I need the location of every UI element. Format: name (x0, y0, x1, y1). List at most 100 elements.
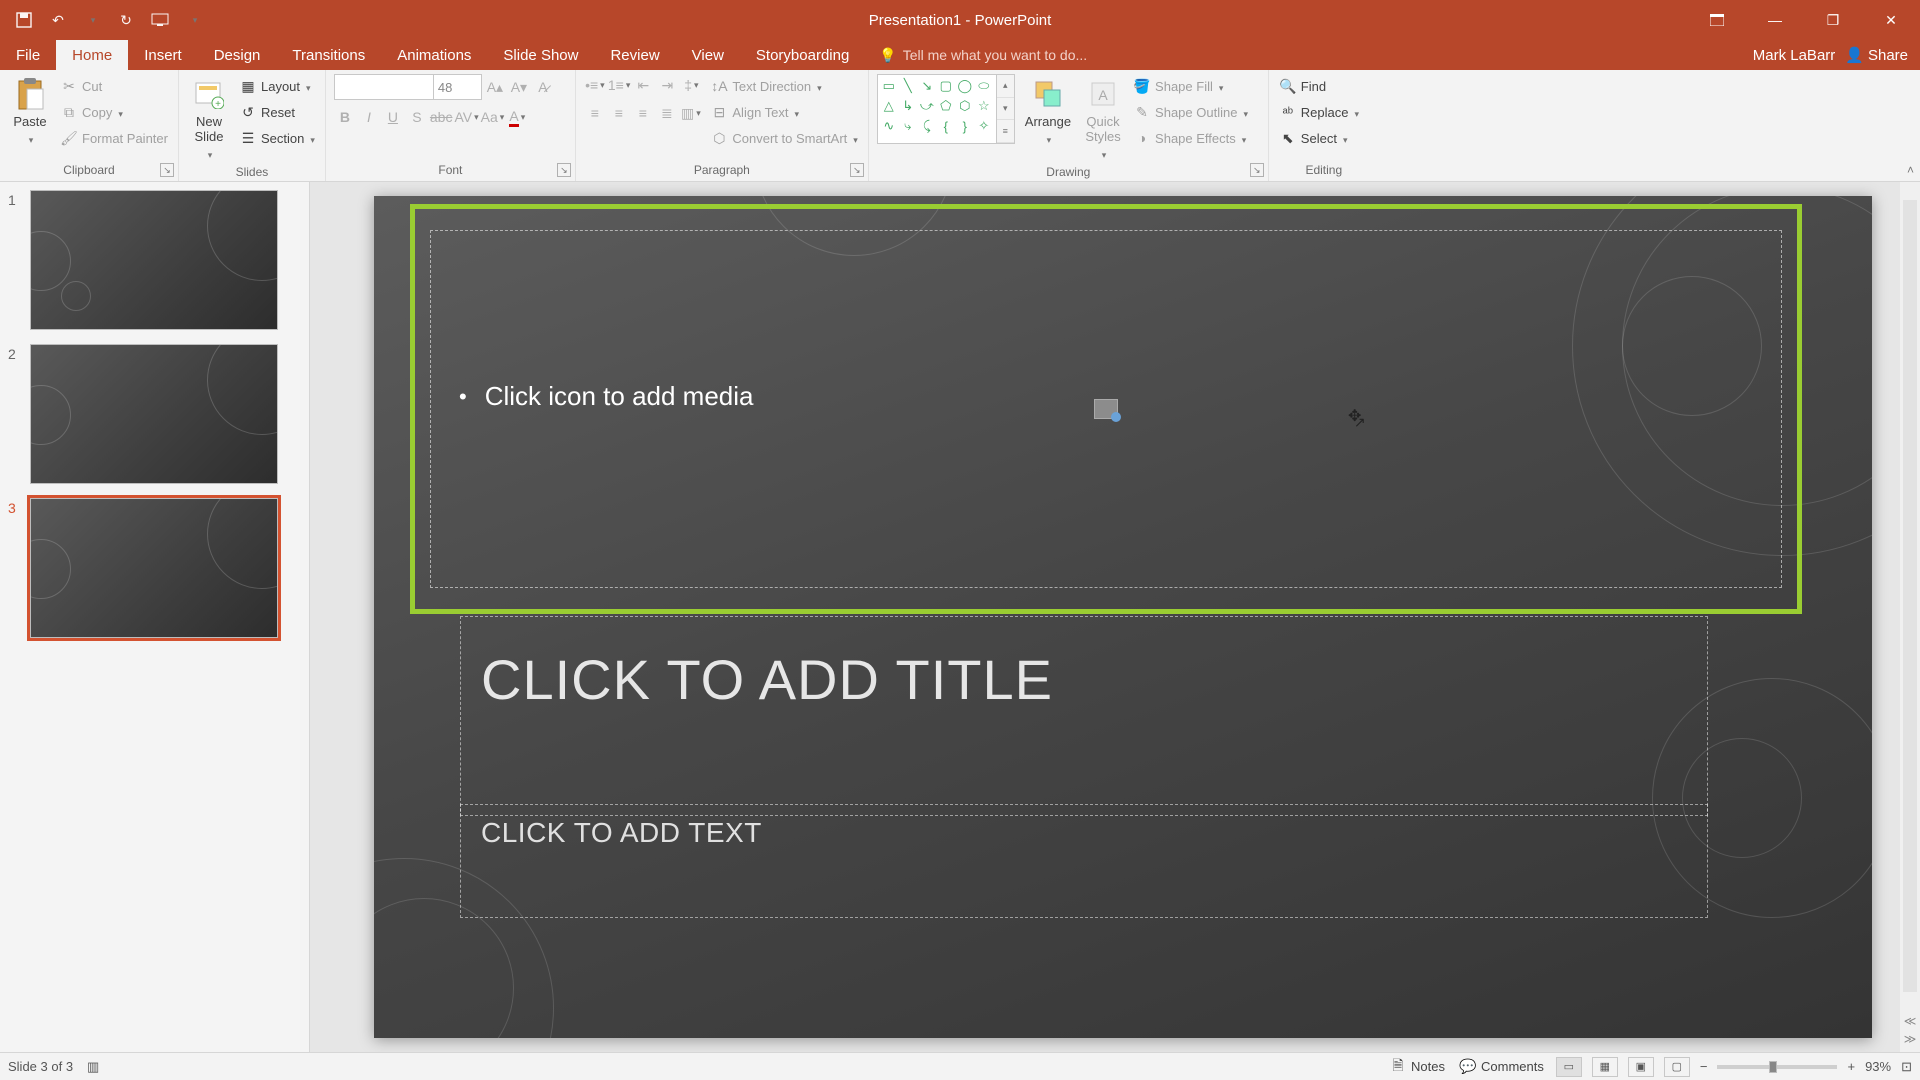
zoom-percent[interactable]: 93% (1865, 1059, 1891, 1074)
decrease-indent-button[interactable]: ⇤ (632, 74, 654, 96)
title-placeholder[interactable]: CLICK TO ADD TITLE (460, 616, 1708, 816)
next-slide-icon[interactable]: ≫ (1904, 1032, 1917, 1046)
scrollbar-track[interactable] (1903, 200, 1917, 992)
reading-view-button[interactable]: ▣ (1628, 1057, 1654, 1077)
undo-icon[interactable]: ↶ (44, 6, 72, 34)
clipboard-dialog-launcher[interactable]: ↘ (160, 163, 174, 177)
select-button[interactable]: ⬉Select (1277, 126, 1361, 150)
shape-fill-button[interactable]: 🪣Shape Fill (1131, 74, 1250, 98)
comments-button[interactable]: 💬Comments (1457, 1055, 1546, 1079)
tell-me-search[interactable]: 💡 Tell me what you want to do... (865, 40, 1101, 70)
align-right-button[interactable]: ≡ (632, 102, 654, 124)
tab-storyboarding[interactable]: Storyboarding (740, 40, 865, 70)
redo-icon[interactable]: ↻ (112, 6, 140, 34)
slide-canvas[interactable]: Click icon to add media CLICK TO ADD TIT… (374, 196, 1872, 1038)
fit-to-window-button[interactable]: ⊡ (1901, 1059, 1912, 1075)
spellcheck-icon[interactable]: ▥ (87, 1059, 99, 1075)
zoom-slider-thumb[interactable] (1769, 1061, 1777, 1073)
tab-transitions[interactable]: Transitions (276, 40, 381, 70)
tab-insert[interactable]: Insert (128, 40, 198, 70)
zoom-slider[interactable] (1717, 1065, 1837, 1069)
media-content-placeholder[interactable]: Click icon to add media (430, 230, 1782, 588)
slide-thumbnail-2[interactable] (30, 344, 278, 484)
shapes-gallery-scroll[interactable]: ▴▾≡ (997, 74, 1015, 144)
slide-thumbnail-3[interactable] (30, 498, 278, 638)
start-from-beginning-icon[interactable] (146, 6, 174, 34)
tab-view[interactable]: View (676, 40, 740, 70)
font-size-combo[interactable] (434, 74, 482, 100)
arrange-button[interactable]: Arrange (1021, 74, 1075, 148)
numbering-button[interactable]: 1≡ (608, 74, 631, 96)
layout-button[interactable]: ▦Layout (237, 74, 317, 98)
undo-dropdown[interactable] (78, 6, 106, 34)
line-spacing-button[interactable]: ‡ (680, 74, 702, 96)
zoom-in-button[interactable]: + (1847, 1059, 1855, 1074)
restore-button[interactable]: ❐ (1804, 0, 1862, 40)
cut-button[interactable]: ✂Cut (58, 74, 170, 98)
ribbon-display-options-icon[interactable] (1688, 0, 1746, 40)
tab-slide-show[interactable]: Slide Show (487, 40, 594, 70)
tab-file[interactable]: File (0, 40, 56, 70)
justify-button[interactable]: ≣ (656, 102, 678, 124)
font-name-combo[interactable] (334, 74, 434, 100)
collapse-ribbon-icon[interactable]: ˄ (1907, 163, 1914, 177)
align-text-button[interactable]: ⊟Align Text (708, 100, 859, 124)
align-center-button[interactable]: ≡ (608, 102, 630, 124)
zoom-out-button[interactable]: − (1700, 1059, 1708, 1074)
replace-button[interactable]: ᵃᵇReplace (1277, 100, 1361, 124)
tab-review[interactable]: Review (594, 40, 675, 70)
normal-view-button[interactable]: ▭ (1556, 1057, 1582, 1077)
vertical-scrollbar[interactable]: ≪ ≫ (1900, 182, 1920, 1052)
share-button[interactable]: 👤 Share (1845, 46, 1908, 64)
new-slide-button[interactable]: + New Slide (187, 74, 231, 163)
close-button[interactable]: ✕ (1862, 0, 1920, 40)
slideshow-view-button[interactable]: ▢ (1664, 1057, 1690, 1077)
slide-thumbnail-1[interactable] (30, 190, 278, 330)
slide-canvas-area[interactable]: Click icon to add media CLICK TO ADD TIT… (310, 182, 1920, 1052)
slide-thumbnail-pane[interactable]: 1 2 3 (0, 182, 310, 1052)
slide-sorter-view-button[interactable]: ▦ (1592, 1057, 1618, 1077)
quick-styles-button[interactable]: A Quick Styles (1081, 74, 1125, 163)
character-spacing-button[interactable]: AV (454, 106, 478, 128)
paragraph-dialog-launcher[interactable]: ↘ (850, 163, 864, 177)
signed-in-user[interactable]: Mark LaBarr (1753, 47, 1836, 64)
shrink-font-button[interactable]: A▾ (508, 76, 530, 98)
text-placeholder[interactable]: CLICK TO ADD TEXT (460, 804, 1708, 918)
bold-button[interactable]: B (334, 106, 356, 128)
save-icon[interactable] (10, 6, 38, 34)
convert-smartart-button[interactable]: ⬡Convert to SmartArt (708, 126, 859, 150)
tab-home[interactable]: Home (56, 40, 128, 70)
notes-button[interactable]: 🗎Notes (1387, 1055, 1447, 1079)
bullets-button[interactable]: •≡ (584, 74, 606, 96)
shadow-button[interactable]: S (406, 106, 428, 128)
shape-outline-button[interactable]: ✎Shape Outline (1131, 100, 1250, 124)
prev-slide-icon[interactable]: ≪ (1904, 1014, 1917, 1028)
slide-counter[interactable]: Slide 3 of 3 (8, 1059, 73, 1074)
shape-effects-button[interactable]: ◑Shape Effects (1131, 126, 1250, 150)
font-dialog-launcher[interactable]: ↘ (557, 163, 571, 177)
reset-button[interactable]: ↺Reset (237, 100, 317, 124)
tab-design[interactable]: Design (198, 40, 277, 70)
section-button[interactable]: ☰Section (237, 126, 317, 150)
find-button[interactable]: 🔍Find (1277, 74, 1361, 98)
tab-animations[interactable]: Animations (381, 40, 487, 70)
change-case-button[interactable]: Aa (481, 106, 505, 128)
copy-button[interactable]: ⧉Copy (58, 100, 170, 124)
insert-online-media-icon[interactable] (1094, 399, 1118, 419)
paste-button[interactable]: Paste (8, 74, 52, 148)
shapes-gallery[interactable]: ▭╲↘▢◯⬭ △↳⤻⬠⬡☆ ∿⤷⤹{}✧ (877, 74, 997, 144)
italic-button[interactable]: I (358, 106, 380, 128)
underline-button[interactable]: U (382, 106, 404, 128)
strikethrough-button[interactable]: abc (430, 106, 453, 128)
text-direction-button[interactable]: ↕AText Direction (708, 74, 859, 98)
font-color-button[interactable]: A (506, 106, 528, 128)
drawing-dialog-launcher[interactable]: ↘ (1250, 163, 1264, 177)
clear-formatting-button[interactable]: A̷ (532, 76, 554, 98)
grow-font-button[interactable]: A▴ (484, 76, 506, 98)
columns-button[interactable]: ▥ (680, 102, 702, 124)
qat-customize-dropdown[interactable] (180, 6, 208, 34)
format-painter-button[interactable]: 🖌Format Painter (58, 126, 170, 150)
align-left-button[interactable]: ≡ (584, 102, 606, 124)
increase-indent-button[interactable]: ⇥ (656, 74, 678, 96)
minimize-button[interactable]: — (1746, 0, 1804, 40)
